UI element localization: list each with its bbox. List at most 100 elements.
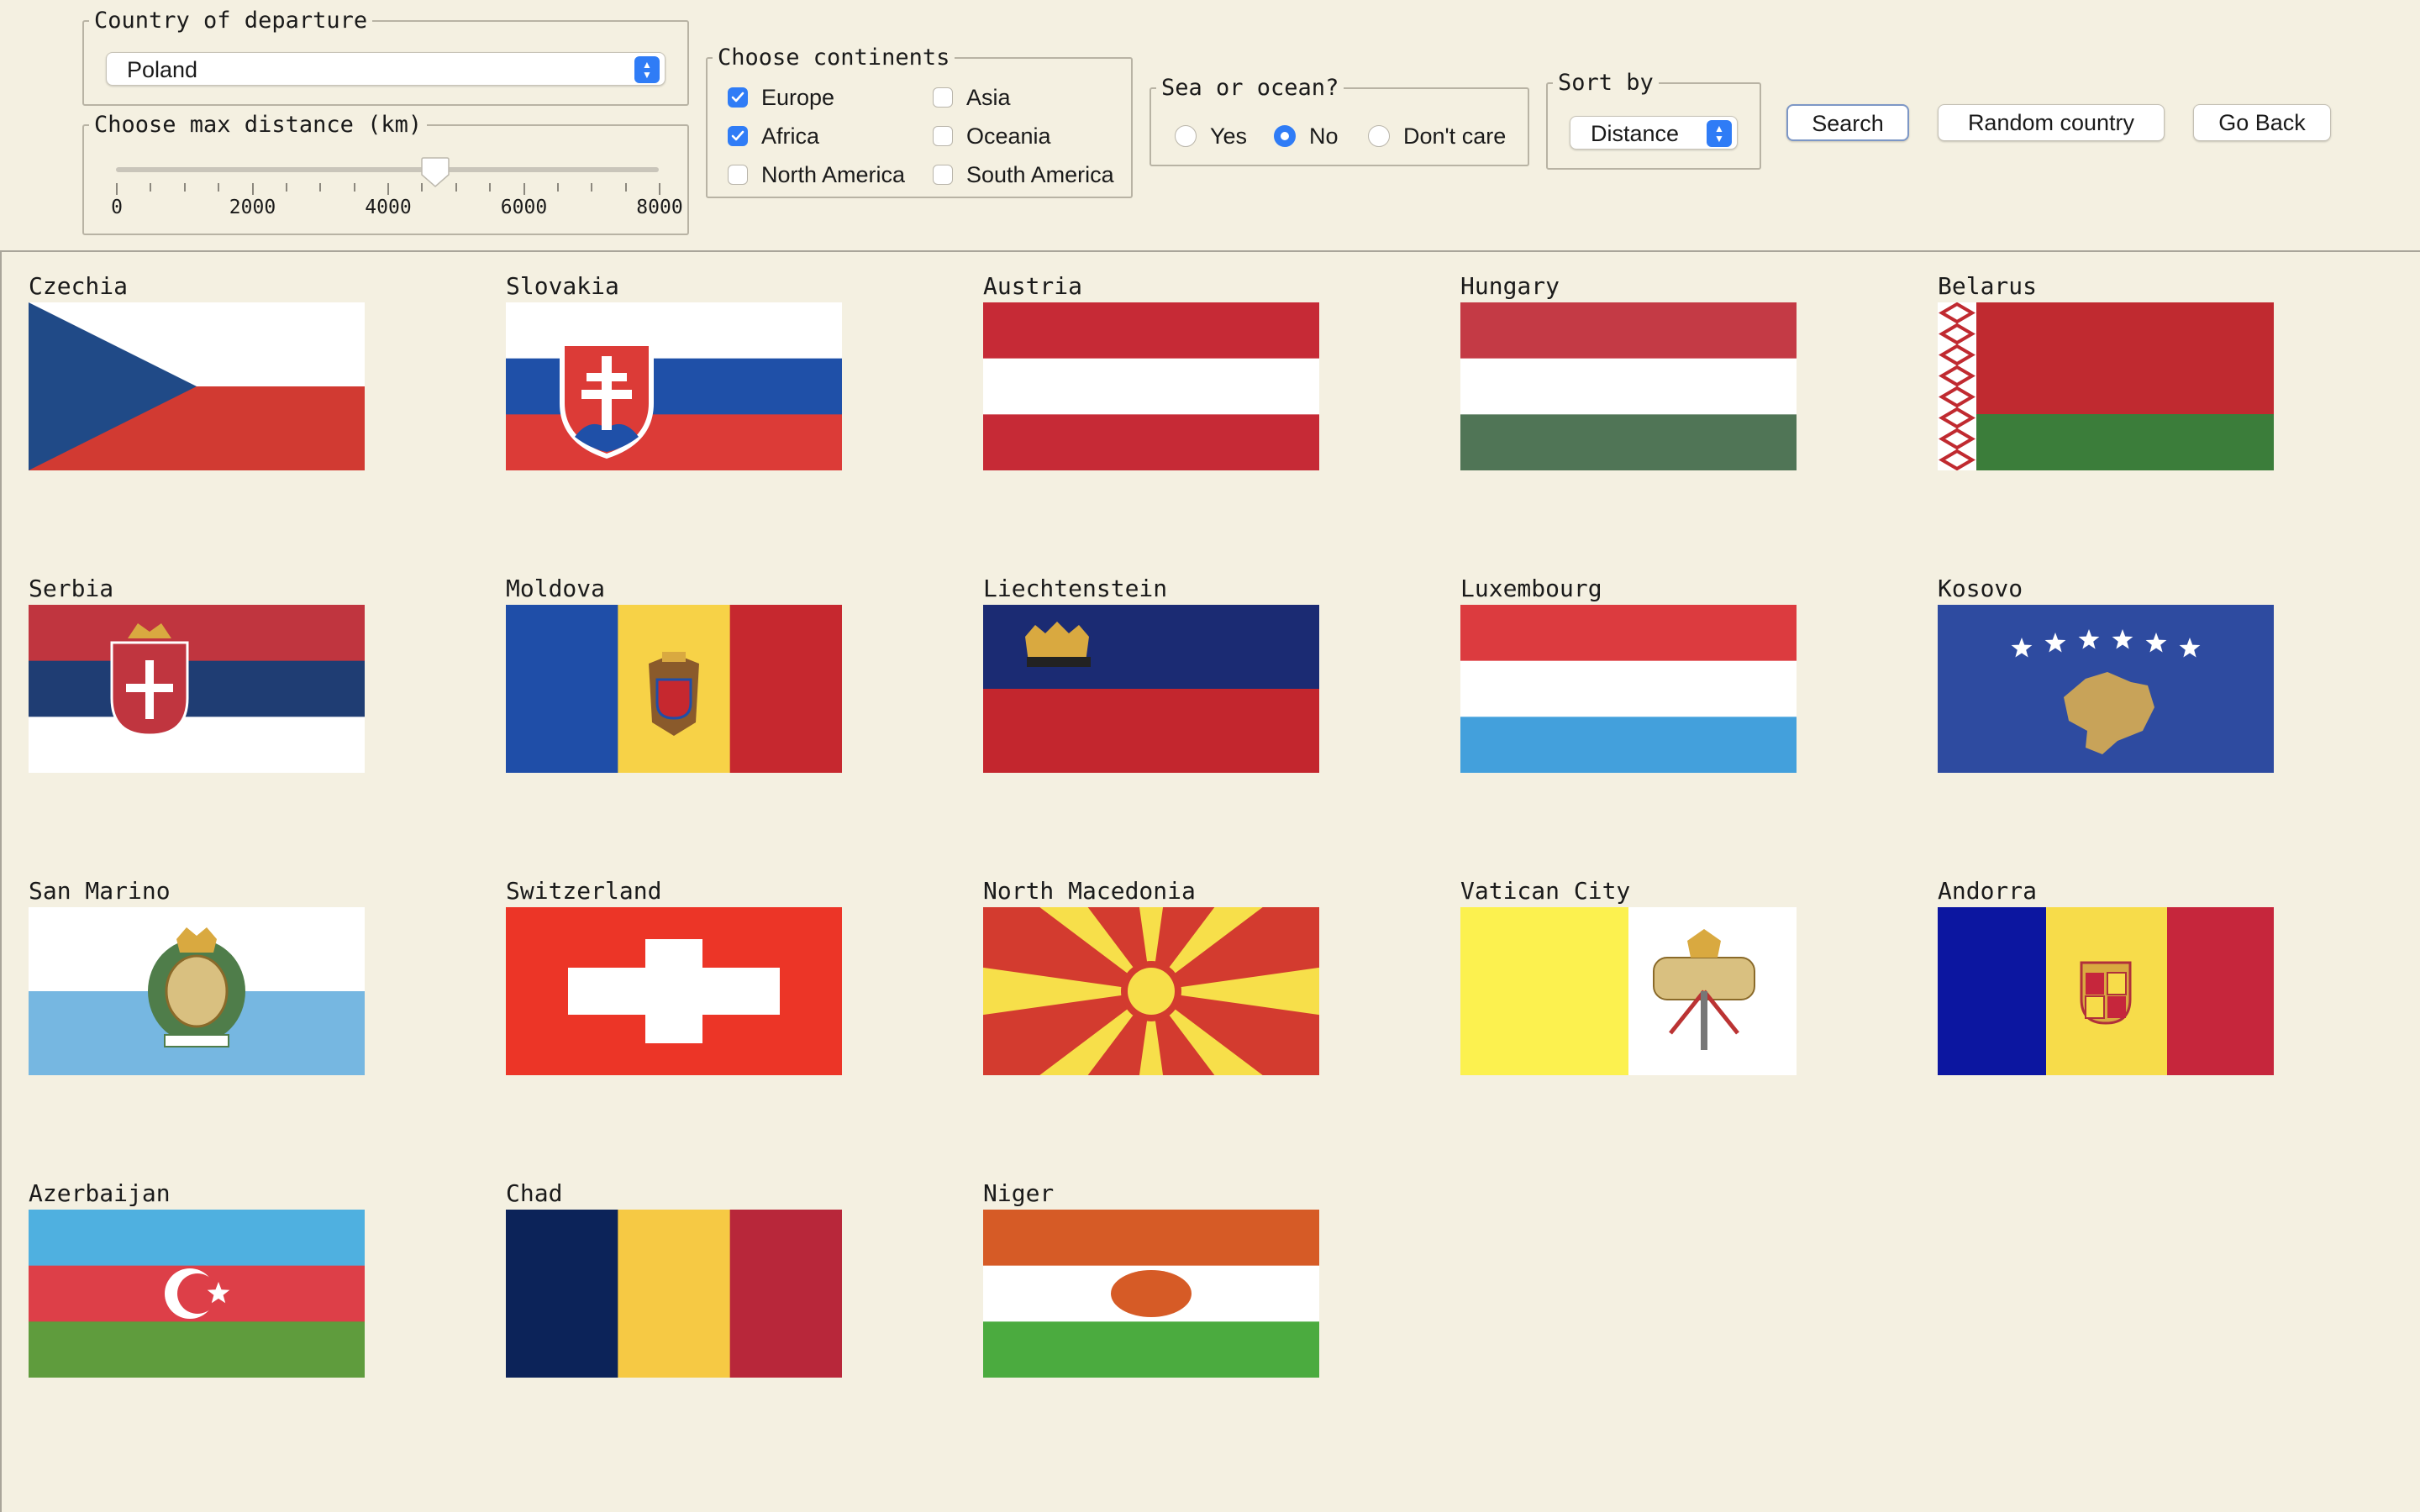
- continent-checkbox-north-america[interactable]: North America: [728, 161, 905, 188]
- country-name: Moldova: [506, 575, 606, 602]
- continent-checkbox-europe[interactable]: Europe: [728, 84, 834, 111]
- slider-tick-label: 6000: [500, 197, 548, 218]
- andorra-flag-icon[interactable]: [1938, 907, 2274, 1075]
- czechia-flag-icon[interactable]: [29, 302, 365, 470]
- slider-tick: [251, 183, 254, 195]
- checkmark-icon: [728, 87, 748, 108]
- continent-label: Oceania: [966, 123, 1051, 149]
- country-card[interactable]: San Marino: [29, 879, 365, 1075]
- continent-label: Asia: [966, 85, 1011, 110]
- sort-legend: Sort by: [1558, 70, 1654, 96]
- sea-radio-don-t-care[interactable]: Don't care: [1368, 123, 1506, 150]
- checkbox-icon: [933, 126, 953, 146]
- go-back-button[interactable]: Go Back: [2193, 104, 2331, 141]
- sea-option-label: No: [1309, 123, 1339, 149]
- checkmark-icon: [728, 126, 748, 146]
- kosovo-flag-icon[interactable]: [1938, 605, 2274, 773]
- continent-checkbox-oceania[interactable]: Oceania: [933, 123, 1051, 150]
- country-card[interactable]: North Macedonia: [983, 879, 1319, 1075]
- country-card[interactable]: Luxembourg: [1460, 576, 1797, 773]
- sea-radio-no[interactable]: No: [1274, 123, 1339, 150]
- slider-tick: [116, 183, 118, 195]
- azerbaijan-flag-icon[interactable]: [29, 1210, 365, 1378]
- country-card[interactable]: Azerbaijan: [29, 1181, 365, 1378]
- country-card[interactable]: Chad: [506, 1181, 842, 1378]
- country-card[interactable]: Czechia: [29, 274, 365, 470]
- country-card[interactable]: Kosovo: [1938, 576, 2274, 773]
- slider-tick-label: 8000: [636, 197, 683, 218]
- slider-tick: [489, 183, 492, 192]
- country-name: Hungary: [1460, 272, 1560, 300]
- sea-legend: Sea or ocean?: [1161, 75, 1339, 101]
- country-name: Switzerland: [506, 877, 662, 905]
- sea-radio-yes[interactable]: Yes: [1175, 123, 1247, 150]
- chad-flag-icon[interactable]: [506, 1210, 842, 1378]
- slider-tick: [218, 183, 220, 192]
- distance-slider-thumb[interactable]: [420, 156, 450, 188]
- slider-tick-label: 4000: [365, 197, 412, 218]
- checkbox-icon: [933, 87, 953, 108]
- country-card[interactable]: Moldova: [506, 576, 842, 773]
- checkbox-icon: [728, 165, 748, 185]
- sea-option-label: Yes: [1210, 123, 1248, 149]
- slider-tick: [523, 183, 525, 195]
- sort-select-value: Distance: [1591, 121, 1680, 146]
- country-card[interactable]: Andorra: [1938, 879, 2274, 1075]
- slider-tick: [387, 183, 389, 195]
- niger-flag-icon[interactable]: [983, 1210, 1319, 1378]
- distance-legend: Choose max distance (km): [94, 112, 423, 138]
- radio-icon: [1175, 125, 1197, 147]
- slider-tick: [150, 183, 152, 192]
- slider-tick-label: 2000: [229, 197, 276, 218]
- country-card[interactable]: Niger: [983, 1181, 1319, 1378]
- distance-slider-track[interactable]: [116, 167, 659, 172]
- slider-tick: [659, 183, 660, 195]
- country-name: Slovakia: [506, 272, 619, 300]
- country-name: Liechtenstein: [983, 575, 1168, 602]
- country-card[interactable]: Liechtenstein: [983, 576, 1319, 773]
- checkbox-icon: [933, 165, 953, 185]
- country-name: Luxembourg: [1460, 575, 1602, 602]
- country-card[interactable]: Vatican City: [1460, 879, 1797, 1075]
- country-card[interactable]: Serbia: [29, 576, 365, 773]
- slider-tick: [591, 183, 593, 192]
- vatican-city-flag-icon[interactable]: [1460, 907, 1797, 1075]
- country-card[interactable]: Slovakia: [506, 274, 842, 470]
- san-marino-flag-icon[interactable]: [29, 907, 365, 1075]
- continents-legend: Choose continents: [718, 45, 950, 71]
- hungary-flag-icon[interactable]: [1460, 302, 1797, 470]
- slider-tick: [285, 183, 287, 192]
- radio-icon: [1274, 125, 1296, 147]
- country-card[interactable]: Switzerland: [506, 879, 842, 1075]
- departure-legend: Country of departure: [94, 8, 368, 34]
- continent-checkbox-asia[interactable]: Asia: [933, 84, 1011, 111]
- search-button[interactable]: Search: [1786, 104, 1909, 141]
- random-country-button[interactable]: Random country: [1938, 104, 2165, 141]
- switzerland-flag-icon[interactable]: [506, 907, 842, 1075]
- austria-flag-icon[interactable]: [983, 302, 1319, 470]
- country-card[interactable]: Belarus: [1938, 274, 2274, 470]
- sort-select[interactable]: Distance ▲ ▼: [1570, 116, 1738, 150]
- slider-tick-label: 0: [111, 197, 123, 218]
- moldova-flag-icon[interactable]: [506, 605, 842, 773]
- select-stepper-icon: ▲ ▼: [634, 56, 660, 83]
- luxembourg-flag-icon[interactable]: [1460, 605, 1797, 773]
- country-card[interactable]: Austria: [983, 274, 1319, 470]
- slider-tick: [624, 183, 627, 192]
- country-name: Azerbaijan: [29, 1179, 171, 1207]
- country-name: Serbia: [29, 575, 114, 602]
- continent-checkbox-south-america[interactable]: South America: [933, 161, 1114, 188]
- continent-checkbox-africa[interactable]: Africa: [728, 123, 819, 150]
- slider-tick: [556, 183, 559, 192]
- belarus-flag-icon[interactable]: [1938, 302, 2274, 470]
- slider-tick: [353, 183, 355, 192]
- serbia-flag-icon[interactable]: [29, 605, 365, 773]
- country-name: Belarus: [1938, 272, 2038, 300]
- north-macedonia-flag-icon[interactable]: [983, 907, 1319, 1075]
- country-card[interactable]: Hungary: [1460, 274, 1797, 470]
- liechtenstein-flag-icon[interactable]: [983, 605, 1319, 773]
- departure-select[interactable]: Poland ▲ ▼: [106, 52, 666, 86]
- slovakia-flag-icon[interactable]: [506, 302, 842, 470]
- select-stepper-icon: ▲ ▼: [1707, 120, 1732, 147]
- results-panel: Czechia Slovakia Austria Hungary Belarus Serb…: [0, 250, 2420, 1512]
